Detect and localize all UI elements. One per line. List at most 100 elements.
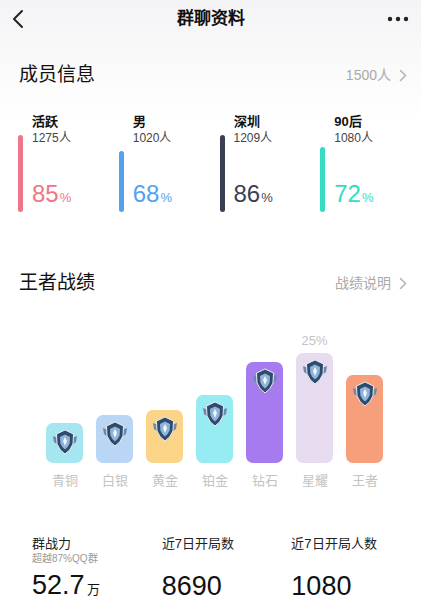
summary-number: 52.7: [32, 570, 85, 600]
rank-bar: [96, 415, 133, 463]
stat-label: 90后: [334, 114, 373, 130]
rank-column[interactable]: 王者: [346, 375, 383, 489]
percent-value: 85: [32, 180, 59, 207]
percent-unit: %: [362, 190, 374, 205]
rank-bar: [346, 375, 383, 463]
chevron-right-icon[interactable]: [399, 69, 407, 82]
battle-header: 王者战绩 战绩说明: [0, 270, 421, 296]
rank-label: 青铜: [52, 473, 78, 489]
more-icon[interactable]: [387, 16, 409, 22]
summary-title: 近7日开局数: [162, 535, 292, 552]
member-stat: 深圳1209人86%: [220, 114, 321, 212]
stat-percent: 68%: [133, 180, 172, 212]
percent-value: 68: [133, 180, 160, 207]
stat-bar-fill: [119, 151, 124, 212]
stat-label: 深圳: [234, 114, 273, 130]
stat-count: 1080人: [334, 130, 373, 146]
member-total: 1500人: [346, 65, 391, 86]
rank-bar-fill: [146, 410, 183, 463]
rank-emblem-icon: [300, 357, 330, 387]
percent-unit: %: [261, 190, 273, 205]
percent-unit: %: [60, 190, 72, 205]
rank-bar: [196, 395, 233, 463]
summary-value: 52.7万: [32, 568, 162, 607]
summary-item: 近7日开局数 8690: [162, 535, 292, 607]
summary-note: 超越87%QQ群: [32, 552, 162, 565]
rank-column[interactable]: 黄金: [146, 410, 183, 489]
rank-bar-fill: [296, 353, 333, 463]
rank-bar: [246, 362, 283, 463]
rank-chart: 青铜 白银 黄金 铂金 钻石 25%星耀王者: [0, 326, 421, 489]
summary-number: 8690: [162, 571, 222, 601]
percent-value: 86: [234, 180, 261, 207]
rank-column[interactable]: 青铜: [46, 423, 83, 489]
summary-value: 8690: [162, 569, 292, 607]
summary-number: 1080: [291, 571, 351, 601]
stat-bar-track: [320, 114, 325, 212]
section-title: 王者战绩: [19, 270, 95, 296]
rank-bar: [146, 410, 183, 463]
stat-bar-fill: [220, 135, 225, 212]
percent-unit: %: [160, 190, 172, 205]
rank-bar-fill: [96, 415, 133, 463]
stat-percent: 85%: [32, 180, 71, 212]
rank-label: 白银: [102, 473, 128, 489]
rank-bar: [296, 353, 333, 463]
members-header: 成员信息 1500人: [0, 38, 421, 88]
rank-column[interactable]: 25%星耀: [296, 333, 333, 489]
stat-count: 1020人: [133, 130, 172, 146]
stat-percent: 72%: [334, 180, 373, 212]
stat-percent: 86%: [234, 180, 273, 212]
top-bar: 群聊资料: [0, 0, 421, 38]
rank-column[interactable]: 白银: [96, 415, 133, 489]
member-stats: 活跃1275人85%男1020人68%深圳1209人86%90后1080人72%: [0, 114, 421, 212]
summary-item: 近7日开局人数1080: [291, 535, 421, 607]
stat-text: 活跃1275人85%: [32, 114, 71, 212]
stat-bar-track: [119, 114, 124, 212]
stat-text: 深圳1209人86%: [234, 114, 273, 212]
back-icon[interactable]: [12, 9, 24, 29]
rank-bar-fill: [46, 423, 83, 463]
member-stat: 活跃1275人85%: [18, 114, 119, 212]
rank-column[interactable]: 铂金: [196, 395, 233, 489]
stat-bar: [18, 135, 23, 212]
section-title: 成员信息: [19, 62, 95, 88]
rank-column[interactable]: 钻石: [246, 362, 283, 489]
stat-text: 90后1080人 72%: [334, 114, 373, 212]
page-title: 群聊资料: [52, 6, 369, 32]
rank-label: 王者: [352, 473, 378, 489]
stat-text: 男1020人 68%: [133, 114, 172, 212]
stat-bar-track: [220, 114, 225, 212]
rank-label: 黄金: [152, 473, 178, 489]
stat-bar: [220, 135, 225, 212]
battle-summary: 群战力超越87%QQ群52.7万近7日开局数8690近7日开局人数1080: [0, 535, 421, 607]
rank-bar: [46, 423, 83, 463]
summary-unit: 万: [87, 582, 100, 597]
rank-emblem-icon: [350, 379, 380, 409]
chevron-right-icon[interactable]: [399, 277, 407, 290]
member-count-link[interactable]: 1500人: [346, 65, 407, 86]
rank-label: 钻石: [252, 473, 278, 489]
rank-emblem-icon: [100, 419, 130, 449]
rank-emblem-icon: [200, 399, 230, 429]
percent-value: 72: [334, 180, 361, 207]
stat-bar: [320, 147, 325, 212]
battle-info-link[interactable]: 战绩说明: [335, 273, 407, 294]
back-button[interactable]: [12, 9, 52, 29]
rank-bar-fill: [196, 395, 233, 463]
member-stat: 90后1080人 72%: [320, 114, 421, 212]
rank-bar-fill: [246, 362, 283, 463]
more-button[interactable]: [369, 16, 409, 22]
rank-emblem-icon: [150, 414, 180, 444]
rank-emblem-icon: [250, 366, 280, 396]
rank-bar-fill: [346, 375, 383, 463]
rank-label: 铂金: [202, 473, 228, 489]
stat-bar: [119, 151, 124, 212]
member-stat: 男1020人 68%: [119, 114, 220, 212]
summary-value: 1080: [291, 569, 421, 607]
summary-title: 群战力: [32, 535, 162, 552]
stat-bar-fill: [18, 135, 23, 212]
stat-label: 男: [133, 114, 172, 130]
rank-percent-callout: 25%: [301, 333, 327, 349]
stat-bar-track: [18, 114, 23, 212]
